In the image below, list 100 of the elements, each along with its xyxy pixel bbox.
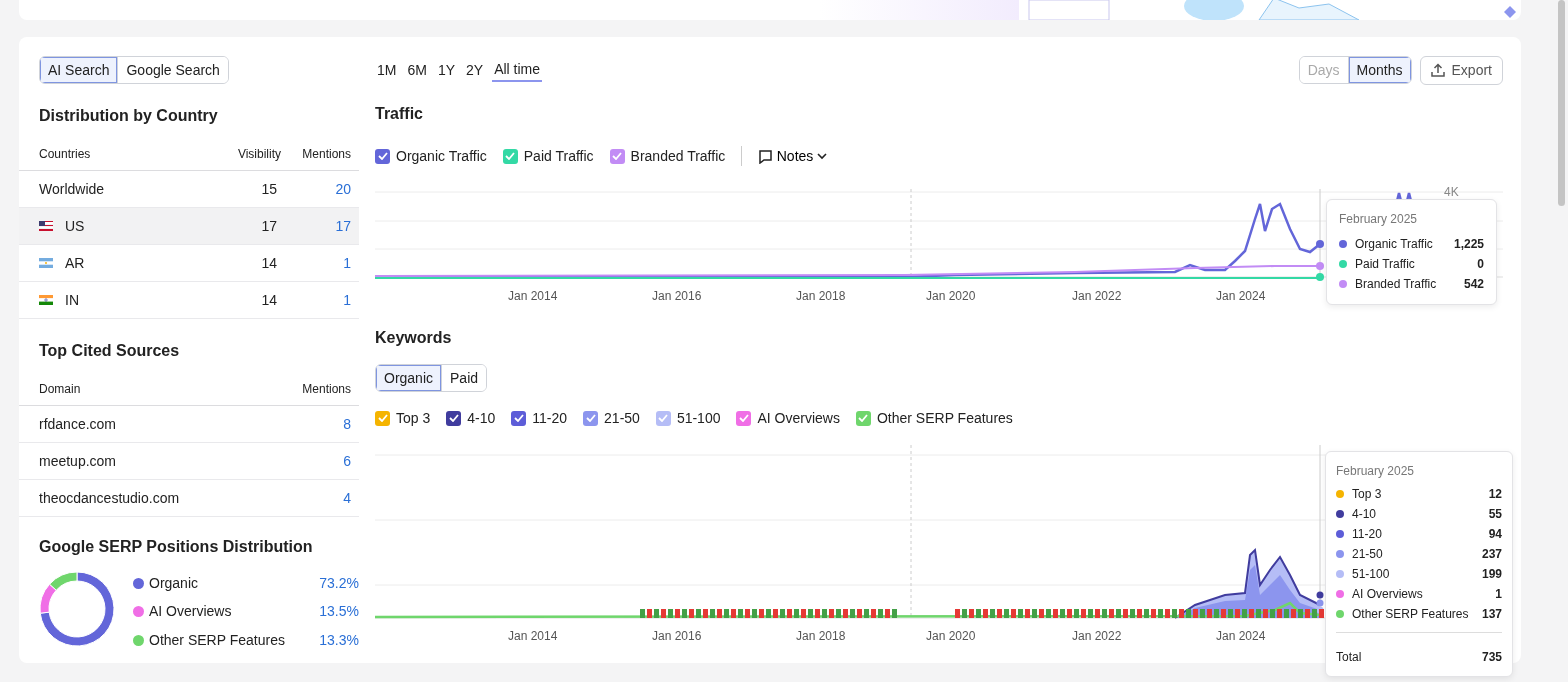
axis-label: Jan 2022 (1072, 628, 1122, 645)
time-range-tab[interactable]: 2Y (464, 58, 486, 82)
checkbox[interactable] (583, 410, 599, 426)
mentions-link[interactable]: 8 (343, 413, 351, 435)
column-header: Visibility (236, 146, 281, 163)
mentions-link[interactable]: 1 (281, 252, 351, 274)
section-title: Google SERP Positions Distribution (39, 537, 314, 557)
domain-name: theocdancestudio.com (39, 488, 181, 508)
mentions-link[interactable]: 6 (343, 450, 351, 472)
country-name: AR (65, 253, 85, 273)
checkbox[interactable] (609, 148, 625, 164)
tooltip-label: 4-10 (1352, 506, 1378, 523)
argentina-flag-icon (39, 258, 53, 268)
tooltip-value: 735 (1481, 648, 1502, 666)
axis-label: Jan 2016 (652, 288, 702, 305)
axis-label: Jan 2020 (926, 628, 976, 645)
checkbox[interactable] (855, 410, 871, 426)
section-title: Traffic (375, 104, 424, 124)
axis-label: Jan 2018 (796, 628, 846, 645)
keyword-type-tab[interactable]: Paid (441, 365, 487, 391)
column-header: Countries (39, 146, 92, 163)
domain-name: rfdance.com (39, 414, 118, 434)
axis-label: Jan 2014 (508, 628, 558, 645)
mentions-link[interactable]: 1 (281, 289, 351, 311)
time-range-tab[interactable]: 1Y (435, 58, 458, 82)
domain-name: meetup.com (39, 451, 118, 471)
table-row[interactable]: AR 14 1 (19, 245, 359, 282)
table-row[interactable]: IN 14 1 (19, 282, 359, 319)
checkbox[interactable] (502, 148, 518, 164)
visibility-value: 15 (260, 179, 278, 199)
tooltip-label: 21-50 (1352, 546, 1384, 563)
export-button[interactable]: Export (1419, 55, 1503, 85)
tooltip-value: 1 (1495, 586, 1502, 603)
time-range-tab[interactable]: 6M (405, 58, 429, 82)
keyword-type-tab[interactable]: Organic (376, 365, 442, 391)
checkbox[interactable] (511, 410, 527, 426)
table-row[interactable]: US 17 17 (19, 208, 359, 245)
checkbox[interactable] (446, 410, 462, 426)
india-flag-icon (39, 295, 53, 305)
chevron-down-icon (816, 152, 827, 160)
axis-label: Jan 2016 (652, 628, 702, 645)
checkbox[interactable] (375, 410, 390, 426)
legend-label: Other SERP Features (149, 630, 286, 650)
source-tab[interactable]: AI Search (40, 57, 118, 83)
percentage-value: 13.3% (319, 630, 359, 650)
legend-label: Branded Traffic (630, 146, 726, 166)
scrollbar-thumb[interactable] (1558, 0, 1565, 206)
tooltip-value: 199 (1481, 566, 1502, 583)
column-header: Mentions (302, 381, 351, 398)
mentions-link[interactable]: 17 (281, 215, 351, 237)
legend-label: AI Overviews (757, 408, 840, 428)
time-range-tab[interactable]: All time (492, 58, 543, 82)
visibility-value: 17 (260, 216, 278, 236)
tooltip-date: February 2025 (1339, 211, 1419, 228)
time-range-tab[interactable]: 1M (375, 58, 399, 82)
source-tab[interactable]: Google Search (117, 57, 228, 83)
axis-label: Jan 2014 (508, 288, 558, 305)
tooltip-value: 542 (1463, 276, 1484, 293)
checkbox[interactable] (375, 148, 390, 164)
visibility-value: 14 (260, 290, 278, 310)
tooltip-value: 1,225 (1453, 236, 1484, 253)
checkbox[interactable] (655, 410, 671, 426)
tooltip-label: Other SERP Features (1352, 606, 1470, 623)
us-flag-icon (39, 221, 53, 231)
tooltip-value: 12 (1488, 486, 1502, 503)
hover-point (1316, 240, 1324, 248)
country-name: Worldwide (39, 179, 105, 199)
section-title: Top Cited Sources (39, 341, 181, 361)
hover-point (1316, 262, 1324, 270)
legend-label: 21-50 (604, 408, 640, 428)
tooltip-label: Organic Traffic (1355, 236, 1434, 253)
tooltip-value: 137 (1481, 606, 1502, 623)
checkbox[interactable] (736, 410, 752, 426)
visibility-value: 14 (260, 253, 278, 273)
tooltip-value: 55 (1488, 506, 1502, 523)
country-name: US (65, 216, 85, 236)
legend-label: Paid Traffic (523, 146, 594, 166)
legend-label: Top 3 (396, 408, 431, 428)
tooltip-value: 0 (1477, 256, 1484, 273)
axis-label: Jan 2020 (926, 288, 976, 305)
mentions-link[interactable]: 4 (343, 487, 351, 509)
percentage-value: 73.2% (319, 573, 359, 593)
granularity-tab[interactable]: Months (1347, 57, 1411, 83)
axis-label: Jan 2024 (1216, 288, 1266, 305)
legend-label: 51-100 (676, 408, 721, 428)
notes-button[interactable]: Notes (758, 145, 827, 167)
percentage-value: 13.5% (319, 602, 359, 622)
legend-label: Organic Traffic (396, 146, 487, 166)
tooltip-label: Top 3 (1352, 486, 1383, 503)
comment-icon (758, 148, 774, 164)
legend-label: 11-20 (532, 408, 568, 428)
section-title: Keywords (375, 328, 453, 348)
mentions-link[interactable]: 20 (281, 178, 351, 200)
tooltip-label: Total (1336, 648, 1363, 666)
country-name: IN (65, 290, 79, 310)
legend-label: Other SERP Features (876, 408, 1013, 428)
tooltip-label: 11-20 (1352, 526, 1383, 543)
tooltip-value: 94 (1488, 526, 1502, 543)
column-header: Mentions (301, 146, 351, 163)
tooltip-label: Branded Traffic (1355, 276, 1438, 293)
